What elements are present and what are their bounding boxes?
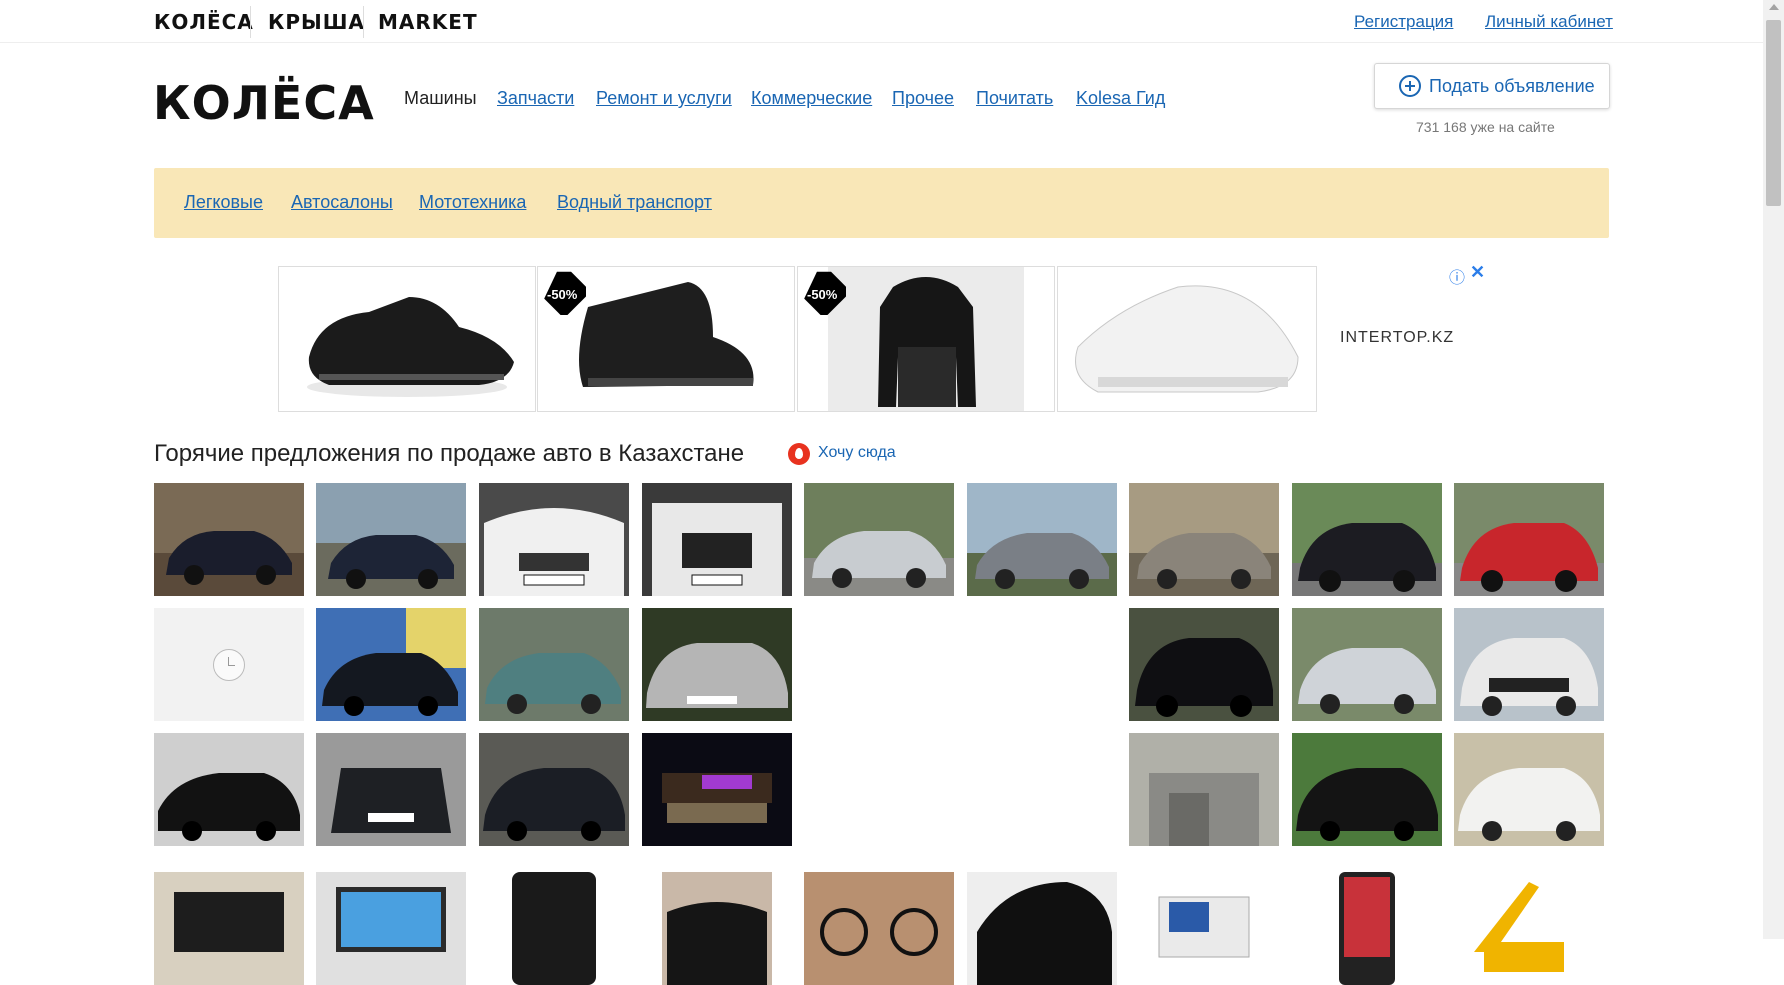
hot-offers-title: Горячие предложения по продаже авто в Ка… xyxy=(154,440,745,467)
post-ad-label: Подать объявление xyxy=(1429,76,1595,96)
product-thumbnail[interactable] xyxy=(479,872,629,985)
car-thumbnail[interactable] xyxy=(804,483,954,596)
car-thumbnail[interactable] xyxy=(1292,483,1442,596)
post-ad-button[interactable]: Подать объявление xyxy=(1374,63,1610,109)
car-thumbnail[interactable] xyxy=(967,483,1117,596)
car-thumbnail[interactable] xyxy=(1454,733,1604,846)
product-thumbnail[interactable] xyxy=(967,872,1117,985)
discount-badge: -50% xyxy=(807,287,838,302)
car-thumbnail[interactable] xyxy=(1129,733,1279,846)
brand-kolesa[interactable]: КОЛЁСА xyxy=(154,10,254,34)
scroll-up-icon[interactable] xyxy=(1769,4,1779,10)
close-icon[interactable]: ✕ xyxy=(1470,262,1485,283)
nav-repair[interactable]: Ремонт и услуги xyxy=(596,88,732,109)
product-thumbnail[interactable] xyxy=(154,872,304,985)
fire-icon xyxy=(788,443,810,465)
car-thumbnail[interactable] xyxy=(154,733,304,846)
car-thumbnail[interactable] xyxy=(1292,733,1442,846)
scrollbar-thumb[interactable] xyxy=(1766,20,1781,206)
product-thumbnail[interactable] xyxy=(642,872,792,985)
car-thumbnail[interactable] xyxy=(479,608,629,721)
divider xyxy=(250,6,251,38)
nav-parts[interactable]: Запчасти xyxy=(497,88,574,109)
plus-circle-icon xyxy=(1399,75,1421,97)
car-thumbnail-placeholder[interactable] xyxy=(154,608,304,721)
car-thumbnail[interactable] xyxy=(642,608,792,721)
category-subnav: Легковые Автосалоны Мототехника Водный т… xyxy=(154,168,1609,238)
nav-commercial[interactable]: Коммерческие xyxy=(751,88,872,109)
car-thumbnail[interactable] xyxy=(316,733,466,846)
cabinet-link[interactable]: Личный кабинет xyxy=(1485,12,1613,32)
sandals-image xyxy=(1075,285,1299,393)
subnav-passenger[interactable]: Легковые xyxy=(184,192,263,213)
ad-product-jacket[interactable]: -50% xyxy=(797,266,1055,412)
site-logo[interactable]: КОЛЁСА xyxy=(153,76,375,130)
ad-product-boots[interactable]: -50% xyxy=(537,266,795,412)
car-thumbnail[interactable] xyxy=(316,483,466,596)
car-thumbnail[interactable] xyxy=(642,733,792,846)
nav-read[interactable]: Почитать xyxy=(976,88,1053,109)
product-thumbnail[interactable] xyxy=(1129,872,1279,985)
car-thumbnail[interactable] xyxy=(1129,483,1279,596)
car-thumbnail[interactable] xyxy=(154,483,304,596)
ad-brand-name[interactable]: INTERTOP.KZ xyxy=(1340,329,1454,347)
nav-cars[interactable]: Машины xyxy=(404,88,477,109)
car-thumbnail[interactable] xyxy=(479,733,629,846)
car-thumbnail[interactable] xyxy=(1129,608,1279,721)
car-thumbnail[interactable] xyxy=(316,608,466,721)
scrollbar[interactable] xyxy=(1763,0,1784,939)
product-thumbnail[interactable] xyxy=(316,872,466,985)
car-thumbnail[interactable] xyxy=(479,483,629,596)
product-thumbnail[interactable] xyxy=(804,872,954,985)
online-count: 731 168 уже на сайте xyxy=(1416,119,1555,135)
product-thumbnail[interactable] xyxy=(1454,872,1604,985)
top-bar: КОЛЁСА КРЫША MARKET Регистрация Личный к… xyxy=(0,0,1763,43)
nav-guide[interactable]: Kolesa Гид xyxy=(1076,88,1165,109)
ad-product-sneakers[interactable] xyxy=(278,266,536,412)
subnav-dealers[interactable]: Автосалоны xyxy=(291,192,393,213)
sneakers-image xyxy=(307,297,514,397)
info-icon[interactable]: ⓘ xyxy=(1449,264,1465,288)
divider xyxy=(363,6,364,38)
car-thumbnail[interactable] xyxy=(1454,608,1604,721)
product-thumbnail[interactable] xyxy=(1292,872,1442,985)
car-thumbnail[interactable] xyxy=(1454,483,1604,596)
car-thumbnail[interactable] xyxy=(1292,608,1442,721)
subnav-water[interactable]: Водный транспорт xyxy=(557,192,712,213)
register-link[interactable]: Регистрация xyxy=(1354,12,1453,32)
ad-product-sandals[interactable] xyxy=(1057,266,1317,412)
discount-badge: -50% xyxy=(547,287,578,302)
brand-market[interactable]: MARKET xyxy=(378,10,478,34)
clock-icon xyxy=(213,649,245,681)
brand-krysha[interactable]: КРЫША xyxy=(268,10,365,34)
want-here-link[interactable]: Хочу сюда xyxy=(818,444,896,462)
subnav-moto[interactable]: Мототехника xyxy=(419,192,526,213)
nav-other[interactable]: Прочее xyxy=(892,88,954,109)
car-thumbnail[interactable] xyxy=(642,483,792,596)
